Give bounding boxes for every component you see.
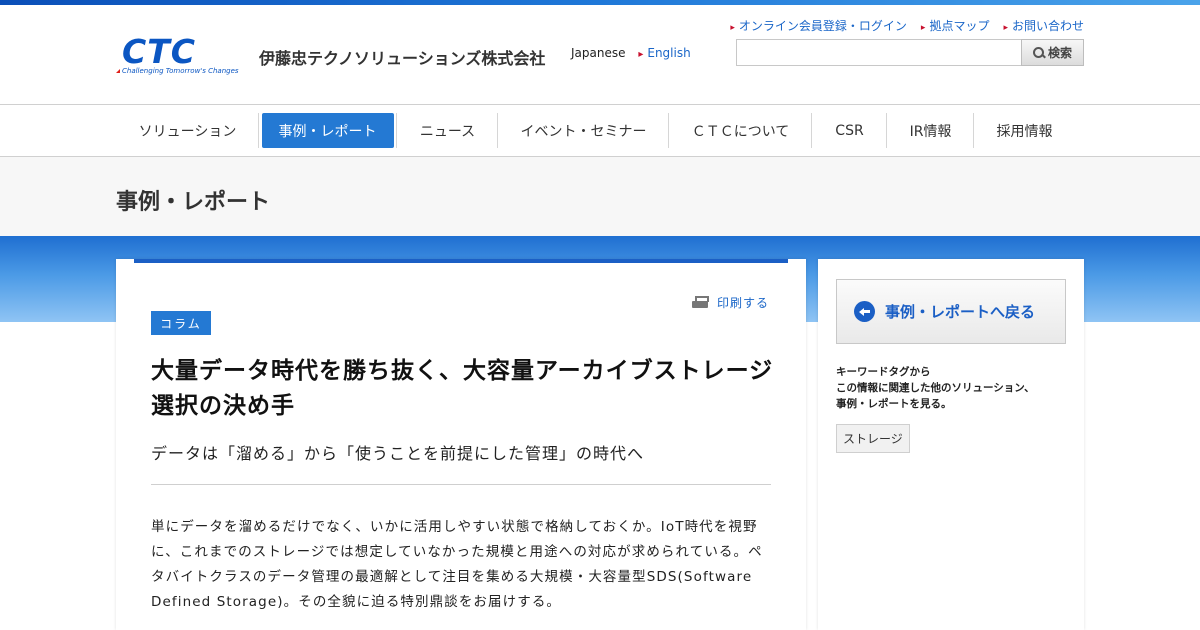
- site-header: CTC Challenging Tomorrow's Changes 伊藤忠テク…: [0, 5, 1200, 104]
- page-title-band: 事例・レポート: [0, 157, 1200, 236]
- nav-item-label: ＣＴＣについて: [691, 123, 790, 140]
- category-badge: コラム: [151, 311, 211, 335]
- nav-item-case-studies[interactable]: 事例・レポート: [259, 113, 396, 148]
- printer-icon: [692, 295, 709, 310]
- utility-links: オンライン会員登録・ログイン 拠点マップ お問い合わせ: [728, 17, 1084, 34]
- tag-note: キーワードタグから この情報に関連した他のソリューション、 事例・レポートを見る…: [836, 364, 1035, 412]
- print-link[interactable]: 印刷する: [692, 294, 769, 311]
- article-lead: 単にデータを溜めるだけでなく、いかに活用しやすい状態で格納しておくか。IoT時代…: [151, 519, 763, 610]
- article-top-rule: [134, 259, 788, 263]
- nav-item-news[interactable]: ニュース: [396, 113, 498, 148]
- search-button[interactable]: 検索: [1021, 39, 1084, 66]
- nav-item-events[interactable]: イベント・セミナー: [498, 113, 669, 148]
- nav-item-label: 事例・レポート: [261, 113, 394, 148]
- print-label: 印刷する: [717, 296, 770, 310]
- logo-tagline: Challenging Tomorrow's Changes: [116, 67, 239, 75]
- language-switcher: Japanese English: [571, 46, 691, 60]
- tag-note-line: この情報に関連した他のソリューション、: [836, 382, 1035, 394]
- back-button-label: 事例・レポートへ戻る: [885, 303, 1036, 321]
- language-english[interactable]: English: [638, 46, 690, 60]
- nav-item-label: CSR: [835, 122, 864, 139]
- search-input[interactable]: [736, 39, 1022, 66]
- tag-note-line: キーワードタグから: [836, 366, 931, 378]
- member-login-link[interactable]: オンライン会員登録・ログイン: [730, 17, 907, 34]
- nav-item-label: IR情報: [909, 123, 952, 140]
- article-headline: 大量データ時代を勝ち抜く、大容量アーカイブストレージ選択の決め手: [151, 358, 774, 419]
- ctc-logo[interactable]: CTC Challenging Tomorrow's Changes: [116, 35, 246, 80]
- nav-item-about[interactable]: ＣＴＣについて: [669, 113, 812, 148]
- logo-mark: CTC: [122, 32, 196, 71]
- global-navigation: ソリューション 事例・レポート ニュース イベント・セミナー ＣＴＣについて C…: [0, 104, 1200, 157]
- nav-item-careers[interactable]: 採用情報: [974, 113, 1075, 148]
- nav-item-label: 採用情報: [996, 123, 1053, 140]
- language-japanese[interactable]: Japanese: [571, 46, 626, 60]
- back-to-list-button[interactable]: 事例・レポートへ戻る: [836, 279, 1066, 344]
- divider: [151, 484, 771, 485]
- office-map-link[interactable]: 拠点マップ: [921, 17, 989, 34]
- sidebar: 事例・レポートへ戻る キーワードタグから この情報に関連した他のソリューション、…: [818, 259, 1084, 630]
- company-name[interactable]: 伊藤忠テクノソリューションズ株式会社: [259, 45, 545, 69]
- nav-item-label: ニュース: [419, 123, 476, 140]
- nav-item-csr[interactable]: CSR: [812, 113, 887, 148]
- nav-item-solutions[interactable]: ソリューション: [116, 113, 259, 148]
- keyword-tag-storage[interactable]: ストレージ: [836, 424, 910, 453]
- site-search: 検索: [736, 39, 1084, 66]
- tag-note-line: 事例・レポートを見る。: [836, 398, 952, 410]
- nav-item-label: ソリューション: [138, 123, 237, 140]
- article-panel: 印刷する コラム 大量データ時代を勝ち抜く、大容量アーカイブストレージ選択の決め…: [116, 259, 806, 630]
- search-button-label: 検索: [1047, 46, 1072, 60]
- nav-item-label: イベント・セミナー: [520, 123, 647, 140]
- contact-link[interactable]: お問い合わせ: [1003, 17, 1084, 34]
- search-icon: [1032, 46, 1045, 59]
- page-title: 事例・レポート: [116, 190, 271, 215]
- arrow-left-circle-icon: [854, 301, 875, 322]
- article-subtitle: データは「溜める」から「使うことを前提にした管理」の時代へ: [151, 444, 645, 463]
- nav-item-ir[interactable]: IR情報: [887, 113, 974, 148]
